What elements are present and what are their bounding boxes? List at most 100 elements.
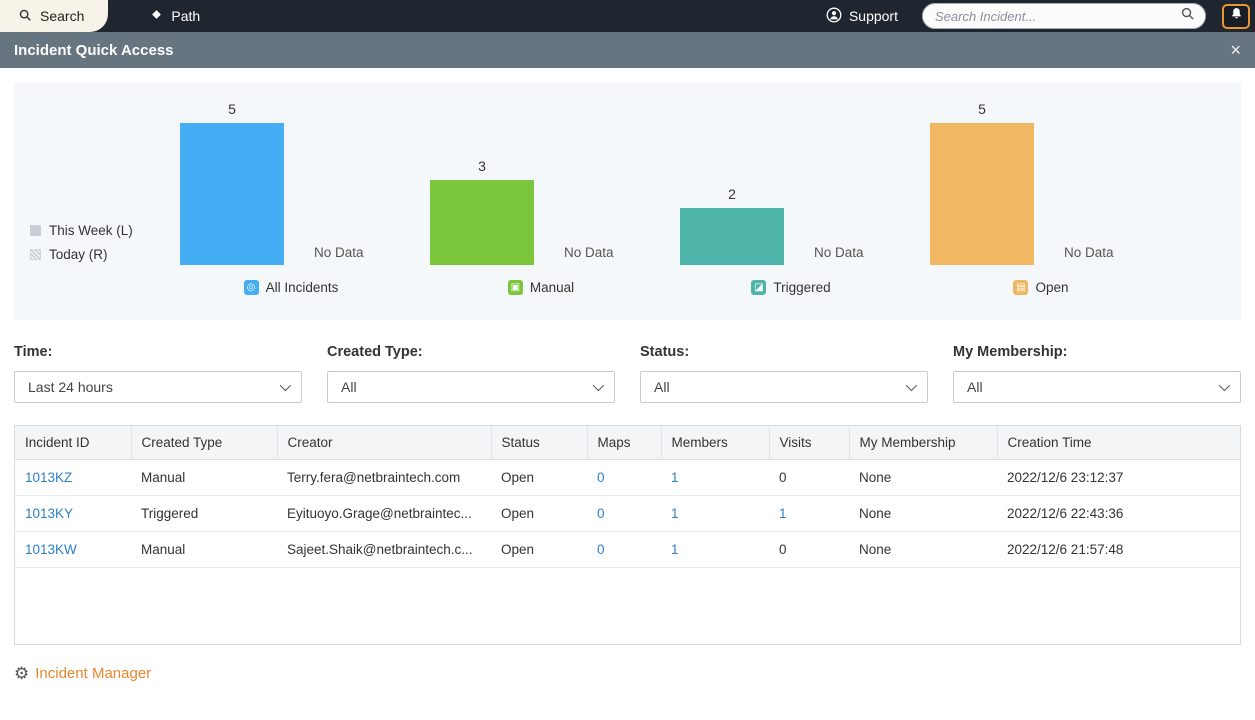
members-link[interactable]: 1 (671, 470, 679, 485)
filter-status-label: Status: (640, 344, 928, 360)
cell-members: 1 (661, 496, 769, 532)
search-submit-icon[interactable] (1180, 6, 1195, 26)
cell-status: Open (491, 532, 587, 568)
my-membership-dropdown-value: All (967, 379, 983, 395)
column-header[interactable]: Created Type (131, 426, 277, 460)
filter-created-type-label: Created Type: (327, 344, 615, 360)
cell-created-type: Triggered (131, 496, 277, 532)
chevron-down-icon (593, 380, 604, 391)
time-dropdown[interactable]: Last 24 hours (14, 371, 302, 403)
incident-manager-label: Incident Manager (35, 665, 151, 682)
my-membership-dropdown[interactable]: All (953, 371, 1241, 403)
tab-path-label: Path (171, 8, 200, 24)
panel-title: Incident Quick Access (14, 42, 174, 59)
bell-icon (1230, 7, 1243, 25)
chevron-down-icon (1219, 380, 1230, 391)
tab-path[interactable]: Path (150, 8, 200, 24)
members-link[interactable]: 1 (671, 506, 679, 521)
cell-my-membership: None (849, 460, 997, 496)
bar-value-label: 2 (728, 186, 736, 202)
bar-group-all-incidents: 5 No Data ◎ All Incidents (166, 82, 416, 320)
incident-id-link[interactable]: 1013KW (25, 542, 77, 557)
visits-link[interactable]: 1 (779, 506, 787, 521)
column-header[interactable]: Creation Time (997, 426, 1240, 460)
created-type-dropdown[interactable]: All (327, 371, 615, 403)
tab-search-label: Search (40, 8, 84, 24)
column-header[interactable]: Visits (769, 426, 849, 460)
incident-id-link[interactable]: 1013KY (25, 506, 73, 521)
column-header[interactable]: Maps (587, 426, 661, 460)
cell-creation-time: 2022/12/6 22:43:36 (997, 496, 1240, 532)
bar-wrap: 5 (180, 101, 284, 265)
cell-creation-time: 2022/12/6 23:12:37 (997, 460, 1240, 496)
alert-bell-button[interactable] (1222, 4, 1250, 29)
all-incidents-icon: ◎ (244, 280, 259, 295)
no-data-label: No Data (564, 245, 614, 260)
maps-link[interactable]: 0 (597, 470, 605, 485)
gear-icon: ⚙ (14, 665, 29, 682)
filter-time-label: Time: (14, 344, 302, 360)
filter-status: Status: All (640, 344, 928, 403)
no-data-label: No Data (1064, 245, 1114, 260)
incident-table-container: Incident IDCreated TypeCreatorStatusMaps… (14, 425, 1241, 645)
cell-created-type: Manual (131, 460, 277, 496)
cell-status: Open (491, 460, 587, 496)
cell-creator: Sajeet.Shaik@netbraintech.c... (277, 532, 491, 568)
cell-creation-time: 2022/12/6 21:57:48 (997, 532, 1240, 568)
filter-my-membership-label: My Membership: (953, 344, 1241, 360)
table-row: 1013KY TriggeredEyituoyo.Grage@netbrainte… (15, 496, 1240, 532)
members-link[interactable]: 1 (671, 542, 679, 557)
column-header[interactable]: Status (491, 426, 587, 460)
filter-time: Time: Last 24 hours (14, 344, 302, 403)
column-header[interactable]: Members (661, 426, 769, 460)
category-label-all-incidents: ◎ All Incidents (166, 280, 416, 295)
search-icon (18, 8, 32, 25)
table-row: 1013KWManualSajeet.Shaik@netbraintech.c.… (15, 532, 1240, 568)
legend-this-week-label: This Week (L) (49, 223, 133, 238)
incident-id-link[interactable]: 1013KZ (25, 470, 72, 485)
legend-item-today: Today (R) (30, 247, 133, 262)
chevron-down-icon (906, 380, 917, 391)
column-header[interactable]: Creator (277, 426, 491, 460)
legend-item-this-week: This Week (L) (30, 223, 133, 238)
created-type-dropdown-value: All (341, 379, 357, 395)
filter-created-type: Created Type: All (327, 344, 615, 403)
column-header[interactable]: My Membership (849, 426, 997, 460)
bar-value-label: 5 (978, 101, 986, 117)
cell-creator: Eyituoyo.Grage@netbraintec... (277, 496, 491, 532)
column-header[interactable]: Incident ID (15, 426, 131, 460)
filter-my-membership: My Membership: All (953, 344, 1241, 403)
bar-value-label: 5 (228, 101, 236, 117)
cell-maps: 0 (587, 496, 661, 532)
cell-my-membership: None (849, 496, 997, 532)
legend-today-label: Today (R) (49, 247, 108, 262)
close-icon[interactable]: × (1230, 41, 1241, 59)
support-button[interactable]: Support (826, 7, 898, 26)
maps-link[interactable]: 0 (597, 506, 605, 521)
cell-maps: 0 (587, 460, 661, 496)
bar-value-label: 3 (478, 158, 486, 174)
cell-status: Open (491, 496, 587, 532)
bar-group-manual: 3 No Data ▣ Manual (416, 82, 666, 320)
category-text: All Incidents (266, 280, 339, 295)
cell-members: 1 (661, 460, 769, 496)
bar-wrap: 3 (430, 158, 534, 265)
bar-wrap: 5 (930, 101, 1034, 265)
incident-search-input[interactable] (935, 9, 1180, 24)
legend-solid-swatch-icon (30, 225, 41, 236)
table-row: 1013KZ ManualTerry.fera@netbraintech.comO… (15, 460, 1240, 496)
status-dropdown-value: All (654, 379, 670, 395)
maps-link[interactable]: 0 (597, 542, 605, 557)
manual-icon: ▣ (508, 280, 523, 295)
triggered-icon: ◪ (751, 280, 766, 295)
time-dropdown-value: Last 24 hours (28, 379, 113, 395)
tab-search[interactable]: Search (0, 0, 108, 32)
incident-search-box (922, 3, 1206, 29)
cell-incident-id: 1013KY (15, 496, 131, 532)
status-dropdown[interactable]: All (640, 371, 928, 403)
path-diamond-icon (150, 8, 163, 24)
bar-group-triggered: 2 No Data ◪ Triggered (666, 82, 916, 320)
incident-manager-link[interactable]: ⚙ Incident Manager (14, 665, 1241, 682)
cell-creator: Terry.fera@netbraintech.com (277, 460, 491, 496)
top-navigation-bar: Search Path Support (0, 0, 1255, 32)
